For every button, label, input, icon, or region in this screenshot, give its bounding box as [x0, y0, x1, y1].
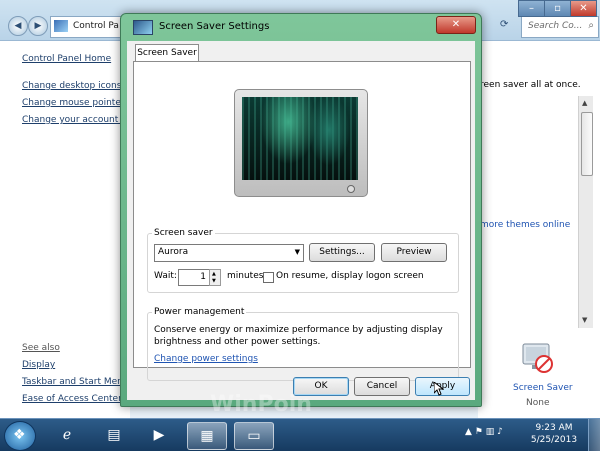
- sidebar-item-ease-of-access[interactable]: Ease of Access Center: [22, 394, 122, 404]
- system-tray: ▲ ⚑ ▥ ♪: [465, 427, 503, 437]
- network-icon[interactable]: ▥: [486, 427, 495, 437]
- preview-screen: [242, 97, 358, 180]
- cancel-button[interactable]: Cancel: [354, 377, 410, 396]
- spin-down-icon[interactable]: ▼: [212, 278, 216, 284]
- watermark-text: WinPoin: [210, 392, 312, 417]
- sidebar-item-display[interactable]: Display: [22, 360, 55, 370]
- minutes-label: minutes: [227, 271, 264, 281]
- sidebar-item-home[interactable]: Control Panel Home: [22, 54, 111, 64]
- internet-explorer-icon[interactable]: ℯ: [48, 422, 86, 448]
- see-also-heading: See also: [22, 343, 60, 353]
- tab-screen-saver[interactable]: Screen Saver: [135, 44, 199, 62]
- logon-screen-label[interactable]: On resume, display logon screen: [276, 271, 424, 281]
- change-power-settings-link[interactable]: Change power settings: [154, 354, 258, 364]
- volume-icon[interactable]: ♪: [497, 427, 503, 437]
- screen-saver-selected: Aurora: [158, 247, 189, 257]
- screen-saver-select[interactable]: Aurora ▼: [154, 244, 304, 262]
- wait-minutes-input[interactable]: 1: [178, 269, 210, 286]
- control-panel-taskbar-icon[interactable]: ▦: [187, 422, 227, 450]
- power-led-icon: [347, 185, 355, 193]
- monitor-preview: [234, 89, 368, 197]
- preview-button[interactable]: Preview: [381, 243, 447, 262]
- windows-logo-icon: ❖: [13, 427, 26, 443]
- wait-label: Wait:: [154, 271, 177, 281]
- minimize-button[interactable]: –: [518, 0, 545, 17]
- screen-saver-dialog: Screen Saver Settings ✕ Screen Saver Scr…: [120, 13, 482, 407]
- dialog-body: Screen Saver Screen saver Aurora ▼ Setti…: [127, 41, 475, 400]
- sidebar-item-desktop-icons[interactable]: Change desktop icons: [22, 81, 121, 91]
- refresh-icon[interactable]: ⟳: [500, 19, 508, 30]
- spin-up-icon[interactable]: ▲: [212, 271, 216, 277]
- search-placeholder: Search Co...: [528, 21, 583, 31]
- more-themes-link[interactable]: more themes online: [480, 220, 570, 230]
- content-scrollbar[interactable]: ▲ ▼: [578, 96, 593, 328]
- power-group-title: Power management: [152, 307, 247, 317]
- screen-saver-none-icon[interactable]: [520, 340, 556, 376]
- show-desktop-button[interactable]: [588, 419, 600, 451]
- scroll-down-icon[interactable]: ▼: [582, 316, 587, 324]
- scroll-up-icon[interactable]: ▲: [582, 99, 587, 107]
- sidebar-item-account-picture[interactable]: Change your account pic: [22, 115, 134, 125]
- mouse-cursor-icon: [434, 382, 444, 396]
- back-button[interactable]: ◀: [8, 16, 28, 36]
- address-text: Control Pa: [73, 21, 119, 31]
- screen-saver-taskbar-icon[interactable]: ▭: [234, 422, 274, 450]
- clock-date: 5/25/2013: [530, 435, 578, 445]
- logon-screen-checkbox[interactable]: [263, 272, 274, 283]
- wait-value: 1: [200, 272, 206, 282]
- dialog-close-button[interactable]: ✕: [436, 16, 476, 34]
- control-panel-icon: [54, 20, 68, 32]
- file-explorer-icon[interactable]: ▤: [95, 422, 133, 448]
- dialog-title: Screen Saver Settings: [159, 21, 270, 32]
- sidebar-item-taskbar[interactable]: Taskbar and Start Menu: [22, 377, 129, 387]
- window-close-button[interactable]: ✕: [570, 0, 597, 17]
- clock-time: 9:23 AM: [535, 423, 573, 433]
- address-bar[interactable]: Control Pa: [50, 16, 122, 38]
- control-panel-sidebar: Control Panel Home Change desktop icons …: [0, 41, 134, 418]
- screen-saver-value: None: [526, 398, 550, 408]
- search-icon[interactable]: ⌕: [588, 20, 594, 31]
- sidebar-item-mouse-pointers[interactable]: Change mouse pointers: [22, 98, 129, 108]
- power-description-line2: brightness and other power settings.: [154, 337, 321, 347]
- chevron-down-icon: ▼: [294, 248, 300, 256]
- power-management-group: Power management Conserve energy or maxi…: [147, 307, 459, 381]
- start-button[interactable]: ❖: [4, 421, 36, 451]
- screen-saver-group-title: Screen saver: [152, 228, 215, 238]
- show-hidden-icons-icon[interactable]: ▲: [465, 427, 472, 437]
- screen-saver-label[interactable]: Screen Saver: [513, 383, 573, 393]
- taskbar: ❖ ℯ ▤ ▶ ▦ ▭ ▲ ⚑ ▥ ♪ 9:23 AM 5/25/2013: [0, 418, 600, 451]
- search-input[interactable]: Search Co... ⌕: [521, 16, 599, 38]
- settings-button[interactable]: Settings...: [309, 243, 375, 262]
- flag-icon[interactable]: ⚑: [475, 427, 483, 437]
- power-description-line1: Conserve energy or maximize performance …: [154, 325, 443, 335]
- media-player-icon[interactable]: ▶: [140, 422, 178, 448]
- clock[interactable]: 9:23 AM 5/25/2013: [530, 422, 578, 446]
- wait-spinner[interactable]: ▲ ▼: [209, 269, 221, 286]
- scroll-thumb[interactable]: [581, 112, 593, 176]
- tab-panel: Screen saver Aurora ▼ Settings... Previe…: [133, 61, 471, 381]
- screen-saver-group: Screen saver Aurora ▼ Settings... Previe…: [147, 228, 459, 293]
- display-icon: [133, 20, 153, 35]
- screen-saver-all-text: reen saver all at once.: [480, 80, 581, 90]
- maximize-button[interactable]: ▫: [544, 0, 571, 17]
- forward-button[interactable]: ▶: [28, 16, 48, 36]
